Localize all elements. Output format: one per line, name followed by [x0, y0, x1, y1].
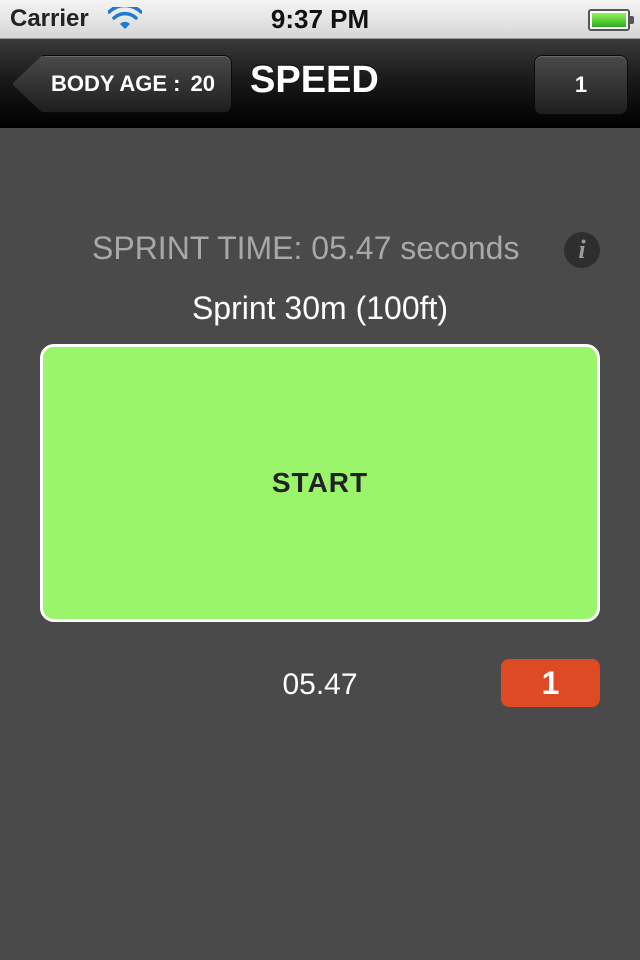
- sprint-time-label: SPRINT TIME: 05.47 seconds: [92, 230, 520, 266]
- info-icon[interactable]: i: [564, 232, 600, 268]
- sprint-distance-label: Sprint 30m (100ft): [191, 290, 449, 326]
- body-age-back-button[interactable]: BODY AGE : 20: [12, 55, 232, 113]
- status-bar: Carrier 9:37 PM: [0, 0, 640, 39]
- nav-right-button[interactable]: 1: [534, 55, 628, 115]
- battery-tip: [630, 16, 634, 24]
- navigation-bar: BODY AGE : 20 SPEED 1: [0, 39, 640, 128]
- back-button-label: BODY AGE :: [50, 71, 181, 96]
- battery-level: [592, 13, 626, 27]
- body-age-value: 20: [190, 71, 215, 96]
- page-title: SPEED: [250, 59, 379, 101]
- status-time: 9:37 PM: [270, 4, 370, 34]
- result-badge[interactable]: 1: [501, 659, 600, 707]
- battery-icon: [588, 9, 634, 31]
- start-button[interactable]: START: [40, 344, 600, 622]
